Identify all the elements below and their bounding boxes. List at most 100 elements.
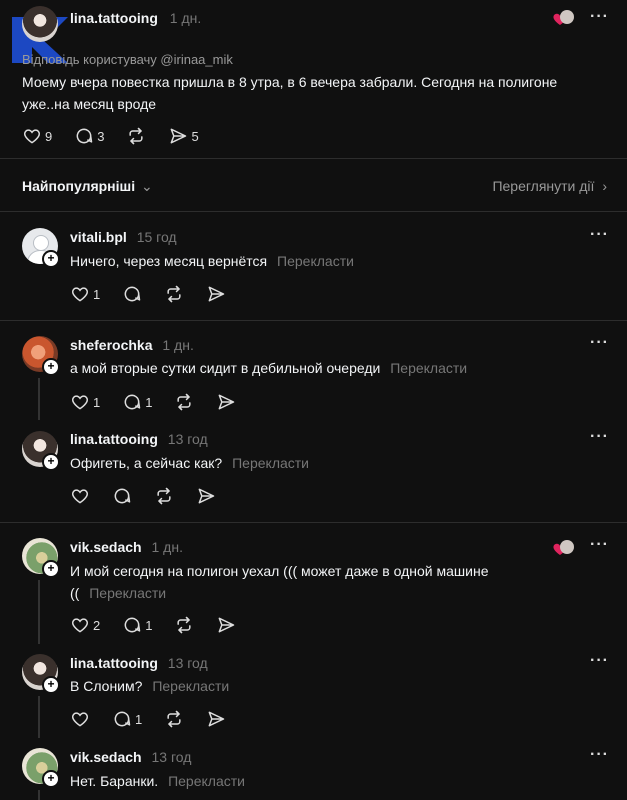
- like-button[interactable]: 1: [70, 392, 100, 412]
- comment-header: lina.tattooing 13 год: [70, 431, 208, 447]
- comment-button[interactable]: [112, 486, 132, 506]
- comment-text: Офигеть, а сейчас как? Перекласти: [70, 452, 309, 474]
- comment-icon: [74, 126, 94, 146]
- like-count: 2: [93, 617, 101, 633]
- post-text: Моему вчера повестка пришла в 8 утра, в …: [22, 71, 612, 115]
- share-icon: [206, 284, 226, 304]
- comment-text-content: В Слоним?: [70, 678, 143, 694]
- view-activity-link[interactable]: Переглянути дії ›: [492, 178, 607, 194]
- comment-button[interactable]: 1: [122, 392, 152, 412]
- avatar[interactable]: [22, 6, 58, 42]
- translate-link[interactable]: Перекласти: [152, 678, 229, 694]
- follow-plus-icon[interactable]: +: [42, 676, 60, 694]
- share-count: 5: [191, 128, 199, 144]
- reply-count: 1: [145, 394, 153, 410]
- divider: [0, 211, 627, 212]
- share-button[interactable]: [206, 284, 226, 304]
- comment-text: Нет. Баранки. Перекласти: [70, 770, 245, 792]
- comment-text-line: (( Перекласти: [70, 582, 600, 604]
- follow-plus-icon[interactable]: +: [42, 250, 60, 268]
- comment-header: lina.tattooing 13 год: [70, 655, 208, 671]
- translate-link[interactable]: Перекласти: [232, 455, 309, 471]
- share-button[interactable]: [196, 486, 216, 506]
- timestamp: 13 год: [151, 749, 192, 765]
- username[interactable]: vik.sedach: [70, 749, 142, 765]
- comment-button[interactable]: 1: [112, 709, 142, 729]
- thread-line: [38, 378, 40, 420]
- more-dots-icon[interactable]: ···: [590, 746, 609, 764]
- comment-count: 3: [97, 128, 105, 144]
- comment-text-content: Нет. Баранки.: [70, 773, 159, 789]
- repost-button[interactable]: [174, 615, 194, 635]
- comment-button[interactable]: 1: [122, 615, 152, 635]
- more-dots-icon[interactable]: ···: [590, 428, 609, 446]
- reply-to-label[interactable]: Відповідь користувачу @irinaa_mik: [22, 52, 233, 67]
- follow-plus-icon[interactable]: +: [42, 560, 60, 578]
- like-button[interactable]: [70, 486, 90, 506]
- username[interactable]: sheferochka: [70, 337, 152, 353]
- comment-text-content: Ничего, через месяц вернётся: [70, 253, 268, 269]
- sort-dropdown[interactable]: Найпопулярніші ⌄: [22, 178, 153, 195]
- repost-icon: [174, 392, 194, 412]
- follow-plus-icon[interactable]: +: [42, 358, 60, 376]
- like-button[interactable]: [70, 709, 90, 729]
- like-count: 9: [45, 128, 53, 144]
- comment-text: В Слоним? Перекласти: [70, 675, 229, 697]
- more-dots-icon[interactable]: ···: [590, 226, 609, 244]
- username[interactable]: lina.tattooing: [70, 10, 158, 26]
- translate-link[interactable]: Перекласти: [277, 253, 354, 269]
- comment-icon: [122, 615, 142, 635]
- repost-icon: [164, 284, 184, 304]
- like-button[interactable]: 9: [22, 126, 52, 146]
- heart-icon: [22, 126, 42, 146]
- comment-text: а мой вторые сутки сидит в дебильной оче…: [70, 357, 467, 379]
- thread-line: [38, 696, 40, 738]
- translate-link[interactable]: Перекласти: [390, 360, 467, 376]
- follow-plus-icon[interactable]: +: [42, 453, 60, 471]
- repost-button[interactable]: [164, 284, 184, 304]
- like-button[interactable]: 1: [70, 284, 100, 304]
- like-button[interactable]: 2: [70, 615, 100, 635]
- divider: [0, 522, 627, 523]
- more-dots-icon[interactable]: ···: [590, 8, 609, 26]
- view-activity-label: Переглянути дії: [492, 178, 595, 194]
- more-dots-icon[interactable]: ···: [590, 536, 609, 554]
- timestamp: 13 год: [167, 431, 208, 447]
- comment-header: vitali.bpl 15 год: [70, 229, 177, 245]
- repost-button[interactable]: [126, 126, 146, 146]
- repost-button[interactable]: [154, 486, 174, 506]
- post-text-line: Моему вчера повестка пришла в 8 утра, в …: [22, 74, 558, 90]
- post-text-line: уже..на месяц вроде: [22, 96, 157, 112]
- username[interactable]: vitali.bpl: [70, 229, 127, 245]
- post-actions: 9 3 5: [22, 126, 221, 146]
- comment-header: vik.sedach 13 год: [70, 749, 191, 765]
- repost-button[interactable]: [164, 709, 184, 729]
- repost-button[interactable]: [174, 392, 194, 412]
- share-icon: [168, 126, 188, 146]
- author-mini-avatar: [560, 10, 574, 24]
- username[interactable]: vik.sedach: [70, 539, 142, 555]
- translate-link[interactable]: Перекласти: [89, 585, 166, 601]
- share-button[interactable]: [216, 392, 236, 412]
- username[interactable]: lina.tattooing: [70, 431, 158, 447]
- username[interactable]: lina.tattooing: [70, 655, 158, 671]
- follow-plus-icon[interactable]: +: [42, 770, 60, 788]
- comment-button[interactable]: 3: [74, 126, 104, 146]
- comment-text-content: И мой сегодня на полигон уехал ((( может…: [70, 563, 489, 579]
- more-dots-icon[interactable]: ···: [590, 652, 609, 670]
- divider: [0, 320, 627, 321]
- share-button[interactable]: 5: [168, 126, 199, 146]
- translate-link[interactable]: Перекласти: [168, 773, 245, 789]
- timestamp: 1 дн.: [162, 337, 194, 353]
- share-button[interactable]: [206, 709, 226, 729]
- thread-line: [38, 790, 40, 800]
- timestamp: 15 год: [136, 229, 177, 245]
- share-button[interactable]: [216, 615, 236, 635]
- thread-line: [38, 580, 40, 644]
- comment-button[interactable]: [122, 284, 142, 304]
- more-dots-icon[interactable]: ···: [590, 334, 609, 352]
- comment-text-content: а мой вторые сутки сидит в дебильной оче…: [70, 360, 381, 376]
- reply-count: 1: [135, 711, 143, 727]
- heart-icon: [70, 709, 90, 729]
- comment-icon: [112, 709, 132, 729]
